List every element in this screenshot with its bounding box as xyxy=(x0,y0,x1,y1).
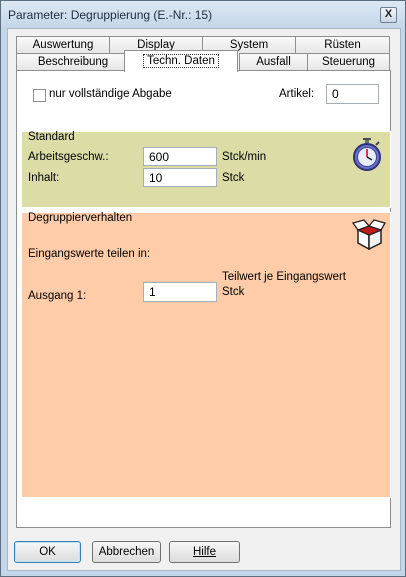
tab-panel-techn-daten: nur vollständige Abgabe Artikel: 0 Stand… xyxy=(16,70,391,528)
ok-button[interactable]: OK xyxy=(14,541,81,563)
part-value-header: Teilwert je Eingangswert xyxy=(222,271,347,283)
speed-field[interactable]: 600 xyxy=(143,147,217,166)
title-bar: Parameter: Degruppierung (E.-Nr.: 15) X xyxy=(1,1,405,27)
tab-auswertung[interactable]: Auswertung xyxy=(16,36,110,53)
content-unit: Stck xyxy=(222,172,245,184)
output-1-field[interactable]: 1 xyxy=(143,282,217,302)
tab-ausfall[interactable]: Ausfall xyxy=(239,53,308,70)
output-1-label: Ausgang 1: xyxy=(28,290,87,302)
degroup-group: Degruppierverhalten Eingangswerte teilen… xyxy=(21,212,391,498)
dialog-client-area: Auswertung Display System Rüsten Beschre… xyxy=(7,28,401,571)
content-field[interactable]: 10 xyxy=(143,168,217,187)
tab-row-2: Beschreibung Techn. Daten Ausfall Steuer… xyxy=(16,50,390,72)
complete-output-label: nur vollständige Abgabe xyxy=(49,88,172,100)
output-1-unit: Stck xyxy=(222,286,245,298)
content-label: Inhalt: xyxy=(28,172,60,184)
cancel-button[interactable]: Abbrechen xyxy=(92,541,161,563)
standard-group-title: Standard xyxy=(28,131,75,143)
tab-techn-daten[interactable]: Techn. Daten xyxy=(124,50,238,72)
speed-label: Arbeitsgeschw.: xyxy=(28,151,109,163)
tab-beschreibung[interactable]: Beschreibung xyxy=(16,53,130,70)
open-box-icon xyxy=(352,219,386,250)
close-icon: X xyxy=(384,8,393,20)
tab-steuerung[interactable]: Steuerung xyxy=(307,53,390,70)
close-button[interactable]: X xyxy=(380,7,397,23)
window-title: Parameter: Degruppierung (E.-Nr.: 15) xyxy=(8,8,213,22)
split-inputs-label: Eingangswerte teilen in: xyxy=(28,248,151,260)
artikel-label: Artikel: xyxy=(279,88,315,100)
stopwatch-icon xyxy=(353,138,381,171)
artikel-field[interactable]: 0 xyxy=(326,84,379,104)
degroup-group-title: Degruppierverhalten xyxy=(28,212,133,224)
complete-output-checkbox[interactable] xyxy=(33,89,46,102)
tab-ruesten[interactable]: Rüsten xyxy=(295,36,390,53)
help-button[interactable]: Hilfe xyxy=(169,541,240,563)
speed-unit: Stck/min xyxy=(222,151,267,163)
standard-group: Standard Arbeitsgeschw.: 600 Stck/min In… xyxy=(21,131,391,208)
dialog-window: Parameter: Degruppierung (E.-Nr.: 15) X … xyxy=(0,0,406,577)
